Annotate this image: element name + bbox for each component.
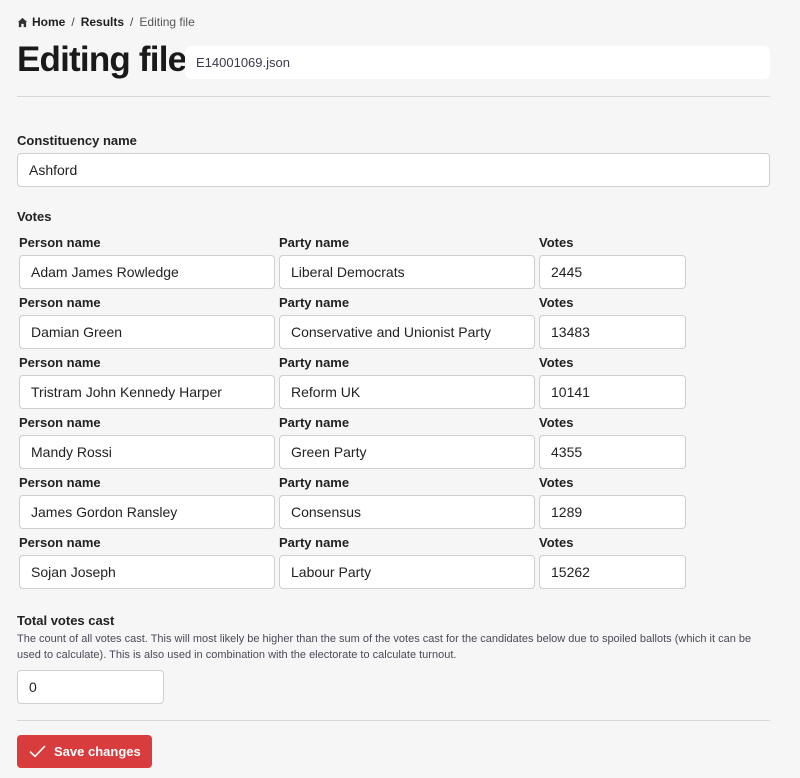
votes-input[interactable] (539, 555, 686, 589)
person-name-input[interactable] (19, 495, 275, 529)
votes-input[interactable] (539, 435, 686, 469)
breadcrumb-home-link[interactable]: Home (32, 15, 65, 29)
person-name-label: Person name (19, 415, 101, 430)
party-name-label: Party name (279, 535, 350, 550)
votes-input[interactable] (539, 255, 686, 289)
person-name-input[interactable] (19, 555, 275, 589)
breadcrumb-separator: / (130, 15, 134, 29)
vote-row: Person name Party name Votes (0, 475, 800, 535)
party-name-input[interactable] (279, 375, 535, 409)
vote-row: Person name Party name Votes (0, 535, 800, 595)
person-name-label: Person name (19, 475, 101, 490)
total-votes-label: Total votes cast (17, 613, 115, 628)
person-name-label: Person name (19, 295, 101, 310)
votes-label: Votes (539, 475, 574, 490)
votes-input[interactable] (539, 375, 686, 409)
party-name-label: Party name (279, 475, 350, 490)
votes-section-label: Votes (17, 209, 52, 224)
vote-row: Person name Party name Votes (0, 235, 800, 295)
person-name-label: Person name (19, 535, 101, 550)
party-name-label: Party name (279, 415, 350, 430)
vote-row: Person name Party name Votes (0, 415, 800, 475)
person-name-label: Person name (19, 355, 101, 370)
votes-label: Votes (539, 415, 574, 430)
person-name-input[interactable] (19, 315, 275, 349)
person-name-input[interactable] (19, 375, 275, 409)
breadcrumb-separator: / (71, 15, 75, 29)
votes-input[interactable] (539, 495, 686, 529)
party-name-input[interactable] (279, 315, 535, 349)
person-name-input[interactable] (19, 435, 275, 469)
votes-input[interactable] (539, 315, 686, 349)
total-votes-input[interactable] (17, 670, 164, 704)
party-name-label: Party name (279, 355, 350, 370)
votes-label: Votes (539, 235, 574, 250)
breadcrumb-current: Editing file (139, 15, 195, 29)
constituency-name-label: Constituency name (17, 133, 137, 148)
party-name-input[interactable] (279, 435, 535, 469)
breadcrumb: Home / Results / Editing file (17, 14, 195, 30)
party-name-label: Party name (279, 295, 350, 310)
vote-row: Person name Party name Votes (0, 355, 800, 415)
check-icon (29, 745, 46, 758)
vote-row: Person name Party name Votes (0, 295, 800, 355)
save-changes-label: Save changes (54, 744, 141, 759)
home-icon (17, 17, 28, 27)
party-name-input[interactable] (279, 495, 535, 529)
constituency-name-input[interactable] (17, 153, 770, 187)
person-name-input[interactable] (19, 255, 275, 289)
person-name-label: Person name (19, 235, 101, 250)
filename-display: E14001069.json (185, 46, 770, 79)
save-changes-button[interactable]: Save changes (17, 735, 152, 768)
total-votes-help-text: The count of all votes cast. This will m… (17, 633, 752, 661)
party-name-input[interactable] (279, 555, 535, 589)
party-name-input[interactable] (279, 255, 535, 289)
votes-label: Votes (539, 355, 574, 370)
votes-label: Votes (539, 295, 574, 310)
header-divider (17, 96, 770, 97)
votes-label: Votes (539, 535, 574, 550)
footer-divider (17, 720, 770, 721)
breadcrumb-results-link[interactable]: Results (81, 15, 124, 29)
page-title: Editing file (17, 40, 187, 79)
party-name-label: Party name (279, 235, 350, 250)
